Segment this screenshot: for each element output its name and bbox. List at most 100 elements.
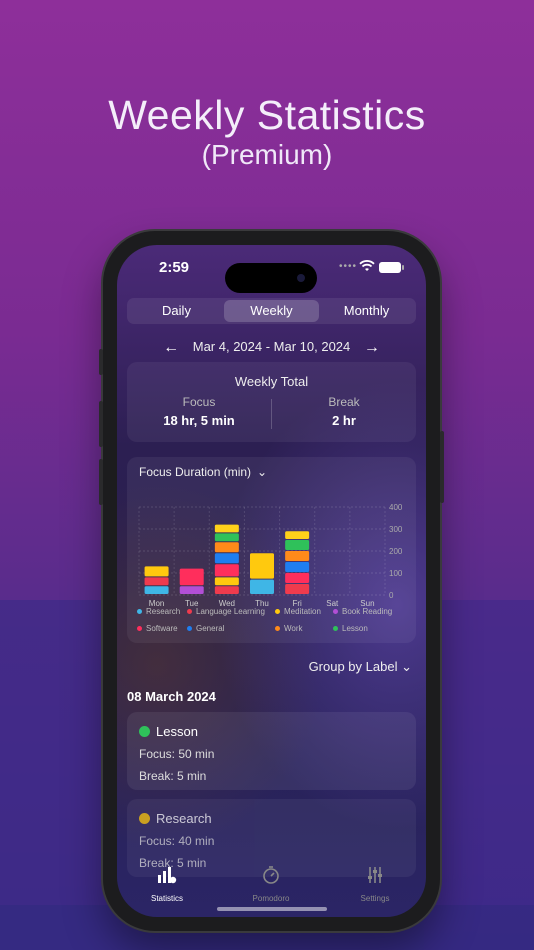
headline-subtitle: (Premium) (201, 139, 333, 170)
legend-item: Research (137, 607, 187, 616)
headline-title: Weekly Statistics (108, 92, 426, 138)
legend-label: Book Reading (342, 607, 393, 616)
bar-segment (214, 577, 239, 586)
break-value: 2 hr (332, 413, 356, 428)
background-block-left (0, 600, 120, 950)
dynamic-island (225, 263, 317, 293)
chevron-down-icon: ⌄ (401, 659, 412, 674)
focus-total: Focus 18 hr, 5 min (127, 395, 271, 429)
power-button (440, 431, 444, 503)
tab-settings[interactable]: Settings (335, 865, 415, 903)
entry-break: Break: 5 min (139, 769, 207, 783)
bar-segment (285, 584, 310, 594)
tab-pomodoro[interactable]: Pomodoro (231, 865, 311, 903)
bar-segment (214, 564, 239, 577)
entry-focus: Focus: 40 min (139, 834, 215, 848)
focus-duration-card: 0 100 200 300 400 Mon Tue Wed Thu Fri Sat Sun Focus… (127, 457, 416, 643)
bar-segment (179, 568, 204, 586)
legend-color-dot (333, 609, 338, 614)
segment-monthly[interactable]: Monthly (319, 300, 414, 322)
group-by-dropdown[interactable]: Group by Label ⌄ (309, 659, 412, 675)
legend-color-dot (137, 609, 142, 614)
tab-label: Pomodoro (252, 894, 290, 903)
group-by-label: Group by Label (308, 659, 398, 674)
legend-color-dot (187, 609, 192, 614)
legend-color-dot (333, 626, 338, 631)
date-navigator: ← Mar 4, 2024 - Mar 10, 2024 → (117, 339, 426, 357)
battery-icon (379, 262, 404, 273)
bar-segment (214, 553, 239, 564)
legend-item: Language Learning (187, 607, 275, 616)
bar-segment (250, 579, 274, 594)
y-tick-label: 0 (389, 591, 394, 600)
bar-segment (285, 540, 310, 550)
period-segmented-control: Daily Weekly Monthly (127, 298, 416, 324)
segment-daily[interactable]: Daily (129, 300, 224, 322)
legend-label: Language Learning (196, 607, 265, 616)
chart-title-dropdown[interactable]: Focus Duration (min) ⌄ (139, 465, 267, 479)
legend-label: Meditation (284, 607, 321, 616)
sliders-icon (368, 867, 382, 883)
bar-segment (144, 577, 169, 586)
bar-segment (214, 542, 239, 553)
y-tick-label: 400 (389, 503, 403, 512)
y-tick-label: 100 (389, 569, 403, 578)
focus-label: Focus (182, 395, 216, 409)
tab-label: Settings (360, 894, 390, 903)
home-indicator (217, 907, 327, 911)
legend-item: General (187, 624, 275, 633)
bar-segment (214, 524, 239, 533)
status-bar: 2:59 •••• (117, 259, 426, 293)
day-section-title: 08 March 2024 (127, 689, 216, 704)
legend-label: Lesson (342, 624, 368, 633)
background-block-right (424, 600, 534, 950)
bar-chart-icon (158, 867, 177, 884)
legend-label: General (196, 624, 225, 633)
legend-color-dot (137, 626, 142, 631)
weekly-total-title: Weekly Total (234, 374, 309, 389)
legend-item: Book Reading (333, 607, 403, 616)
break-label: Break (328, 395, 360, 409)
bar-segment (214, 586, 239, 594)
tab-statistics[interactable]: Statistics (127, 865, 207, 903)
bar-segment (179, 586, 204, 594)
wifi-icon (359, 260, 375, 271)
volume-down-button (99, 459, 103, 505)
legend-item: Software (137, 624, 187, 633)
legend-label: Software (146, 624, 178, 633)
phone-frame: 2:59 •••• Daily Weekly Monthly ← Mar 4, … (99, 231, 444, 931)
phone-screen: 2:59 •••• Daily Weekly Monthly ← Mar 4, … (117, 245, 426, 917)
signal-icon: •••• (339, 261, 358, 272)
bar-segment (285, 562, 310, 572)
previous-week-arrow-icon[interactable]: ← (163, 339, 179, 357)
legend-color-dot (187, 626, 192, 631)
label-color-dot (139, 813, 150, 824)
break-total: Break 2 hr (272, 395, 416, 429)
bar-segment (214, 533, 239, 542)
headline: Weekly Statistics (Premium) (0, 92, 534, 171)
bar-segment (144, 586, 169, 594)
chevron-down-icon: ⌄ (257, 465, 268, 479)
segment-weekly[interactable]: Weekly (224, 300, 319, 322)
timer-icon (263, 866, 279, 884)
legend-item: Lesson (333, 624, 403, 633)
legend-label: Research (146, 607, 181, 616)
mute-switch (99, 349, 103, 375)
legend-color-dot (275, 609, 280, 614)
legend-color-dot (275, 626, 280, 631)
label-color-dot (139, 726, 150, 737)
entry-label: Lesson (156, 724, 198, 739)
next-week-arrow-icon[interactable]: → (364, 339, 380, 357)
date-range-label: Mar 4, 2024 - Mar 10, 2024 (192, 339, 351, 354)
session-entry[interactable]: Lesson Focus: 50 min Break: 5 min (127, 712, 416, 790)
bar-segment (285, 573, 310, 583)
volume-up-button (99, 401, 103, 447)
bar-segment (144, 566, 169, 577)
y-tick-label: 200 (389, 547, 403, 556)
camera-icon (297, 274, 305, 282)
weekly-total-card: Weekly Total Focus 18 hr, 5 min Break 2 … (127, 362, 416, 442)
legend-item: Meditation (275, 607, 333, 616)
legend-item: Work (275, 624, 333, 633)
chart-title: Focus Duration (min) (139, 465, 252, 479)
y-tick-label: 300 (389, 525, 403, 534)
